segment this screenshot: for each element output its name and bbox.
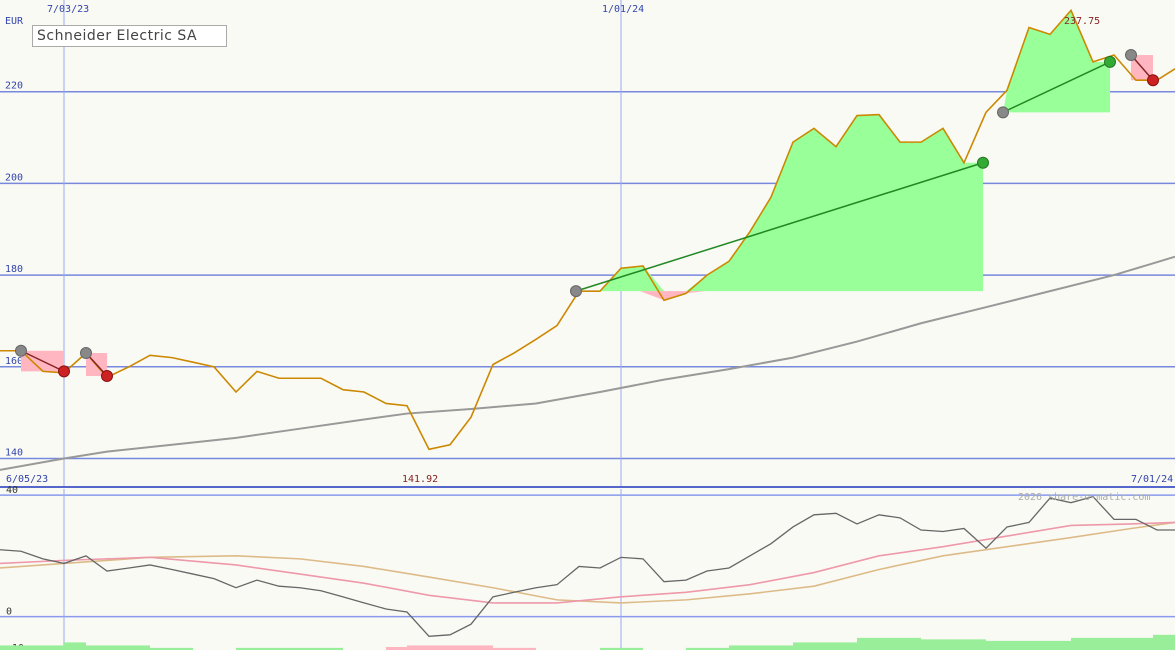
histogram-bar (86, 645, 150, 650)
trade-entry-marker (15, 344, 27, 357)
trade-entry-marker (997, 106, 1009, 119)
x-date-label-2: 1/01/24 (602, 4, 644, 15)
trade-exit-marker (1147, 74, 1159, 87)
trade-exit-marker (1104, 55, 1116, 68)
trade-entry-marker (80, 347, 92, 360)
y-tick-label: 220 (5, 81, 23, 92)
histogram-bar (1153, 634, 1175, 650)
indicator-tick-label: 0 (6, 607, 12, 618)
high-price-label: 237.75 (1064, 16, 1100, 27)
histogram-bar (64, 642, 86, 650)
histogram-bar (1071, 637, 1153, 650)
y-tick-label: 160 (5, 356, 23, 367)
x-range-start-label: 6/05/23 (6, 474, 48, 485)
y-tick-label: 140 (5, 447, 23, 458)
trade-entry-marker (570, 285, 582, 298)
histogram-bar (0, 645, 64, 650)
y-unit-label: EUR (5, 16, 24, 27)
x-range-end-label: 7/01/24 (1131, 474, 1173, 485)
trade-entry-marker (1125, 49, 1137, 62)
watermark: 2026 share-o-matic.com (1018, 492, 1150, 503)
y-tick-label: 180 (5, 264, 23, 275)
trade-exit-marker (101, 369, 113, 382)
y-tick-label: 200 (5, 172, 23, 183)
histogram-bar (407, 645, 493, 650)
chart-title: Schneider Electric SA (37, 28, 198, 44)
trade-exit-marker (58, 365, 70, 378)
histogram-bar (857, 637, 921, 650)
histogram-bar (729, 645, 793, 650)
histogram-bar (793, 642, 857, 650)
histogram-bar (921, 639, 986, 650)
chart-title-box: Schneider Electric SA (32, 25, 227, 47)
stock-chart: 140160180200220 400-10 EUR 7/03/23 1/01/… (0, 0, 1175, 650)
histogram-bar (986, 640, 1071, 650)
x-date-label-1: 7/03/23 (47, 4, 89, 15)
indicator-tick-label: 40 (6, 485, 18, 496)
low-price-label: 141.92 (402, 474, 438, 485)
trade-exit-marker (977, 156, 989, 169)
indicator-panel-bg (0, 488, 1175, 650)
price-panel-bg (0, 0, 1175, 486)
